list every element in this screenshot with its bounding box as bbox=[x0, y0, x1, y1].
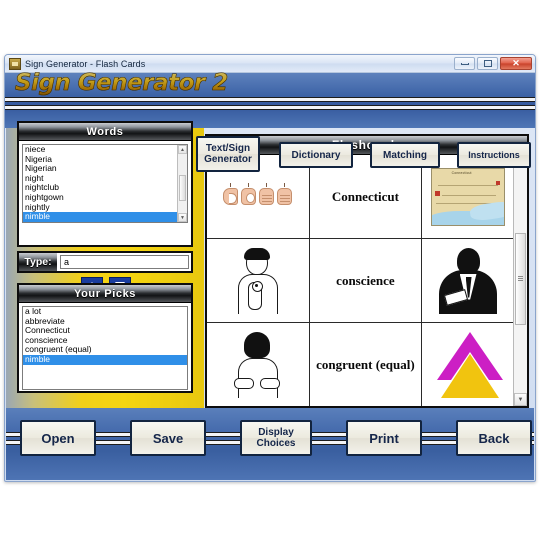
display-choices-button[interactable]: Display Choices bbox=[240, 420, 312, 456]
sign-cell bbox=[207, 239, 310, 322]
flashcards-body: Connecticut Connecticut conscience congr… bbox=[207, 155, 527, 406]
picks-list-items: a lot abbreviate Connecticut conscience … bbox=[23, 307, 187, 389]
map-connecticut-icon: Connecticut bbox=[430, 167, 505, 226]
words-panel: Words niece Nigeria Nigerian night night… bbox=[17, 121, 193, 247]
your-picks-panel: Your Picks a lot abbreviate Connecticut … bbox=[17, 283, 193, 393]
flashcards-panel: Flashcards Connecticut Connecticut consc… bbox=[205, 134, 529, 408]
type-label: Type: bbox=[19, 253, 57, 271]
scrollbar-thumb[interactable] bbox=[515, 233, 526, 325]
flashcard-word: conscience bbox=[336, 273, 395, 288]
sign-person-two-hands-icon bbox=[232, 331, 284, 398]
fingerspelling-icon bbox=[223, 183, 293, 205]
type-input[interactable] bbox=[60, 255, 189, 269]
picture-cell bbox=[422, 323, 513, 406]
hand-letter-c-icon bbox=[223, 183, 239, 205]
close-button[interactable]: ✕ bbox=[500, 57, 532, 70]
sign-cell bbox=[207, 323, 310, 406]
table-row[interactable]: congruent (equal) bbox=[207, 323, 513, 406]
save-button[interactable]: Save bbox=[130, 420, 206, 456]
map-label: Connecticut bbox=[451, 170, 472, 175]
list-item-selected[interactable]: nimble bbox=[23, 354, 187, 365]
brand-title: Sign Generator 2 bbox=[11, 68, 232, 98]
nav-dictionary[interactable]: Dictionary bbox=[279, 142, 353, 168]
hand-letter-n-icon bbox=[259, 183, 275, 205]
application-window: Sign Generator - Flash Cards ✕ Sign Gene… bbox=[4, 54, 536, 482]
your-picks-panel-title: Your Picks bbox=[19, 285, 191, 303]
print-button[interactable]: Print bbox=[346, 420, 422, 456]
your-picks-listbox[interactable]: a lot abbreviate Connecticut conscience … bbox=[22, 306, 188, 390]
display-choices-line1: Display bbox=[258, 427, 294, 438]
window-title: Sign Generator - Flash Cards bbox=[25, 58, 146, 69]
sign-person-icon bbox=[232, 247, 284, 314]
scrollbar-grip-icon bbox=[518, 276, 523, 282]
scroll-up-icon[interactable]: ▲ bbox=[178, 145, 187, 154]
nav-text-sign-generator[interactable]: Text/Sign Generator bbox=[196, 136, 260, 172]
words-list-scrollbar[interactable]: ▲ ▼ bbox=[177, 145, 187, 222]
maximize-icon bbox=[483, 60, 492, 67]
display-choices-line2: Choices bbox=[256, 438, 296, 449]
words-listbox[interactable]: niece Nigeria Nigerian night nightclub n… bbox=[22, 144, 188, 223]
nav-instructions[interactable]: Instructions bbox=[457, 142, 531, 168]
bottom-toolbar: Open Save Display Choices Print Back bbox=[6, 408, 534, 480]
scrollbar-thumb[interactable] bbox=[179, 175, 186, 201]
two-triangles-icon bbox=[431, 331, 505, 398]
hand-letter-o-icon bbox=[241, 183, 257, 205]
judge-gavel-icon bbox=[433, 247, 503, 314]
picture-cell bbox=[422, 239, 513, 322]
word-cell: conscience bbox=[309, 239, 423, 322]
scroll-down-icon[interactable]: ▼ bbox=[514, 393, 527, 406]
flashcards-grid: Connecticut Connecticut conscience congr… bbox=[207, 155, 513, 406]
list-item[interactable]: Nigerian bbox=[23, 164, 187, 174]
word-cell: congruent (equal) bbox=[309, 323, 423, 406]
list-item-selected[interactable]: nimble bbox=[23, 212, 187, 222]
minimize-button[interactable] bbox=[454, 57, 475, 70]
flashcard-word: Connecticut bbox=[331, 189, 399, 204]
nav-matching[interactable]: Matching bbox=[370, 142, 440, 168]
open-button[interactable]: Open bbox=[20, 420, 96, 456]
banner-stripe-bottom bbox=[5, 105, 535, 110]
flashcards-scrollbar[interactable]: ▲ ▼ bbox=[513, 155, 527, 406]
minimize-icon bbox=[460, 62, 469, 65]
table-row[interactable]: conscience bbox=[207, 239, 513, 323]
hand-letter-n2-icon bbox=[277, 183, 293, 205]
words-list-items: niece Nigeria Nigerian night nightclub n… bbox=[23, 145, 187, 222]
scroll-down-icon[interactable]: ▼ bbox=[178, 213, 187, 222]
window-controls: ✕ bbox=[454, 57, 532, 70]
maximize-button[interactable] bbox=[477, 57, 498, 70]
type-row: Type: bbox=[17, 251, 193, 273]
words-panel-title: Words bbox=[19, 123, 191, 141]
close-icon: ✕ bbox=[512, 58, 520, 68]
back-button[interactable]: Back bbox=[456, 420, 532, 456]
flashcard-word: congruent (equal) bbox=[316, 357, 415, 372]
